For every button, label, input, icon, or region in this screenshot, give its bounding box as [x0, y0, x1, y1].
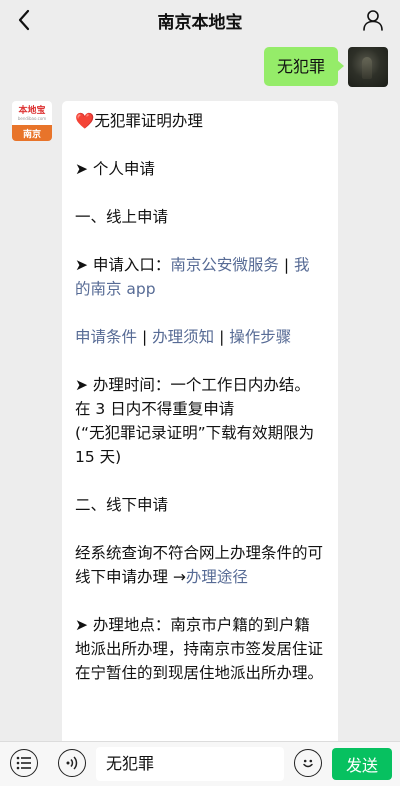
user-avatar[interactable] — [348, 47, 388, 87]
avatar-figure — [362, 57, 372, 79]
chat-title: 南京本地宝 — [157, 12, 243, 33]
link-offline-methods[interactable]: 办理途径 — [186, 568, 248, 586]
time-line: ➤ 办理时间：一个工作日内办结。在 3 日内不得重复申请 — [75, 376, 310, 418]
place-line: ➤ 办理地点：南京市户籍的到户籍地派出所办理，持南京市签发居住证在宁暂住的到现居… — [75, 616, 324, 682]
person-icon[interactable] — [360, 7, 386, 33]
menu-list-icon[interactable] — [10, 749, 38, 777]
online-heading: 一、线上申请 — [75, 208, 169, 226]
incoming-bubble: ❤️无犯罪证明办理 ➤ 个人申请 一、线上申请 ➤ 申请入口：南京公安微服务 |… — [62, 101, 338, 749]
link-notice[interactable]: 办理须知 — [152, 328, 214, 346]
account-avatar[interactable]: 本地宝 bendibao.com 南京 — [12, 101, 52, 141]
personal-heading: ➤ 个人申请 — [75, 160, 155, 178]
top-bar: 南京本地宝 — [0, 0, 400, 40]
separator: | — [283, 256, 290, 274]
offline-line: 经系统查询不符合网上办理条件的可线下申请办理 →办理途径 — [75, 541, 325, 589]
heart-icon: ❤️ — [75, 112, 95, 130]
link-conditions[interactable]: 申请条件 — [75, 328, 137, 346]
outgoing-message: 无犯罪 — [263, 47, 388, 87]
offline-heading: 二、线下申请 — [75, 496, 169, 514]
validity-line: (“无犯罪记录证明”下载有效期限为 15 天) — [75, 424, 315, 466]
entry-prefix: ➤ 申请入口： — [75, 256, 171, 274]
links-line: 申请条件 | 办理须知 | 操作步骤 — [75, 325, 325, 349]
outgoing-bubble[interactable]: 无犯罪 — [263, 47, 345, 86]
message-title-line: ❤️无犯罪证明办理 — [75, 109, 325, 133]
message-title: 无犯罪证明办理 — [94, 112, 203, 130]
link-nanjing-police-service[interactable]: 南京公安微服务 — [170, 256, 279, 274]
link-steps[interactable]: 操作步骤 — [229, 328, 291, 346]
send-button[interactable]: 发送 — [332, 748, 392, 780]
emoji-icon[interactable] — [294, 749, 322, 777]
avatar-city: 南京 — [12, 125, 52, 141]
voice-icon[interactable] — [58, 749, 86, 777]
separator: | — [219, 328, 225, 346]
separator: | — [141, 328, 148, 346]
avatar-logo-top: 本地宝 bendibao.com — [12, 101, 52, 125]
entry-line: ➤ 申请入口：南京公安微服务 | 我的南京 app — [75, 253, 325, 301]
avatar-brand: 本地宝 — [18, 105, 46, 116]
input-bar: 发送 — [0, 741, 400, 786]
avatar-url: bendibao.com — [17, 115, 47, 121]
message-input[interactable] — [96, 747, 284, 781]
chevron-left-icon[interactable] — [10, 6, 38, 34]
